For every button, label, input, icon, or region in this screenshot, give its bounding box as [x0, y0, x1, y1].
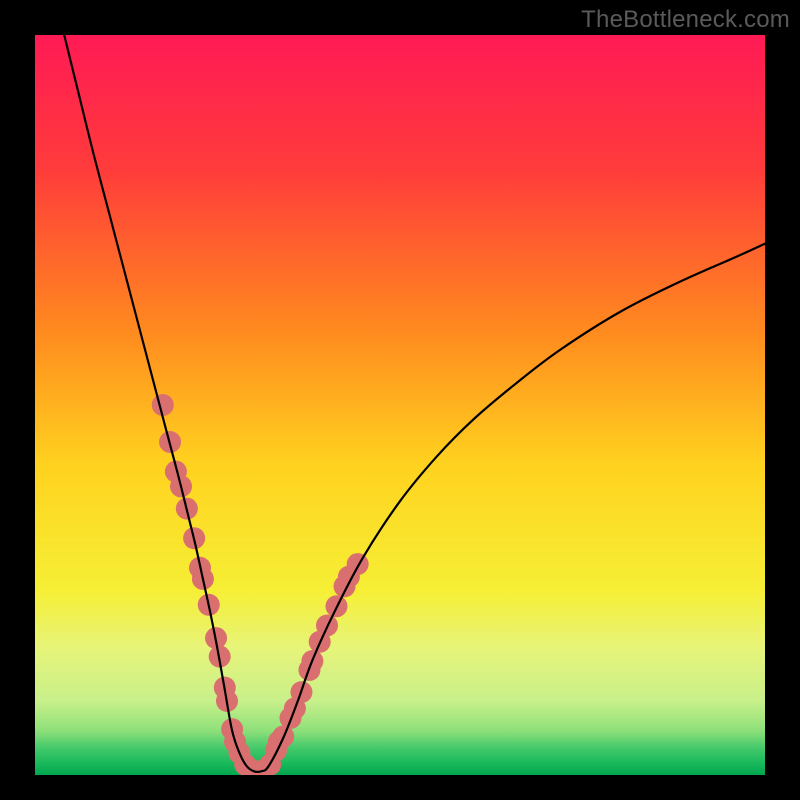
- watermark-text: TheBottleneck.com: [581, 6, 790, 34]
- data-marker: [152, 394, 174, 416]
- chart-svg: [0, 0, 800, 800]
- data-marker: [347, 553, 369, 575]
- gradient-background: [35, 35, 765, 775]
- chart-container: TheBottleneck.com: [0, 0, 800, 800]
